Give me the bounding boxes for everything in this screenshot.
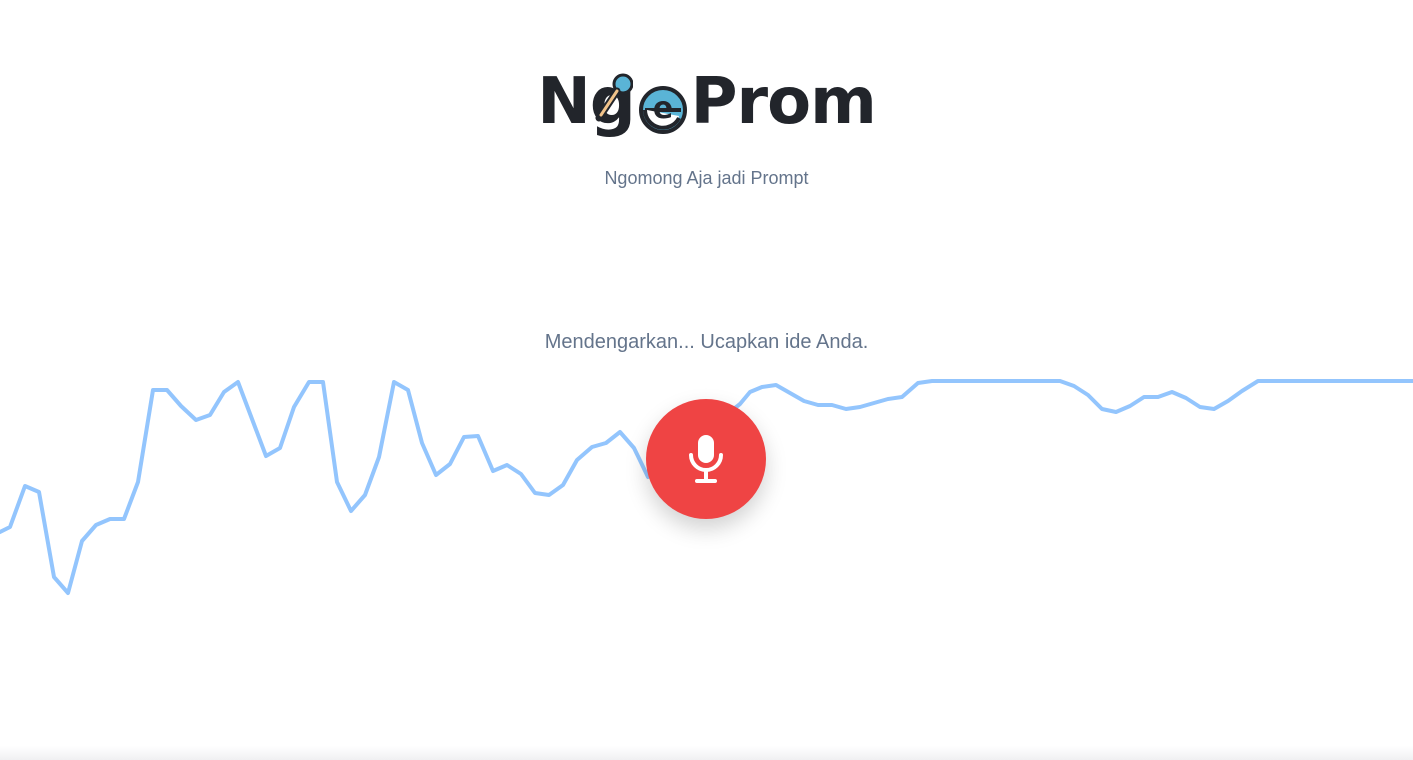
bottom-edge-shadow: [0, 746, 1413, 760]
logo-letter-e: e: [652, 91, 672, 126]
logo-microphone-e-emblem: e: [595, 73, 689, 136]
logo-mic-icon: e: [638, 86, 687, 134]
listening-status: Mendengarkan... Ucapkan ide Anda.: [544, 331, 869, 353]
app-page: Ng e Prom Ngomong Aja jadi Prompt Menden…: [0, 0, 1413, 760]
microphone-icon: [689, 435, 723, 483]
microphone-record-button[interactable]: [646, 399, 766, 519]
logo-text-suffix: Prom: [690, 65, 877, 139]
tagline: Ngomong Aja jadi Prompt: [604, 168, 809, 188]
app-logo: Ng e Prom: [0, 62, 1413, 142]
logo-handheld-mic-icon: [595, 73, 633, 122]
